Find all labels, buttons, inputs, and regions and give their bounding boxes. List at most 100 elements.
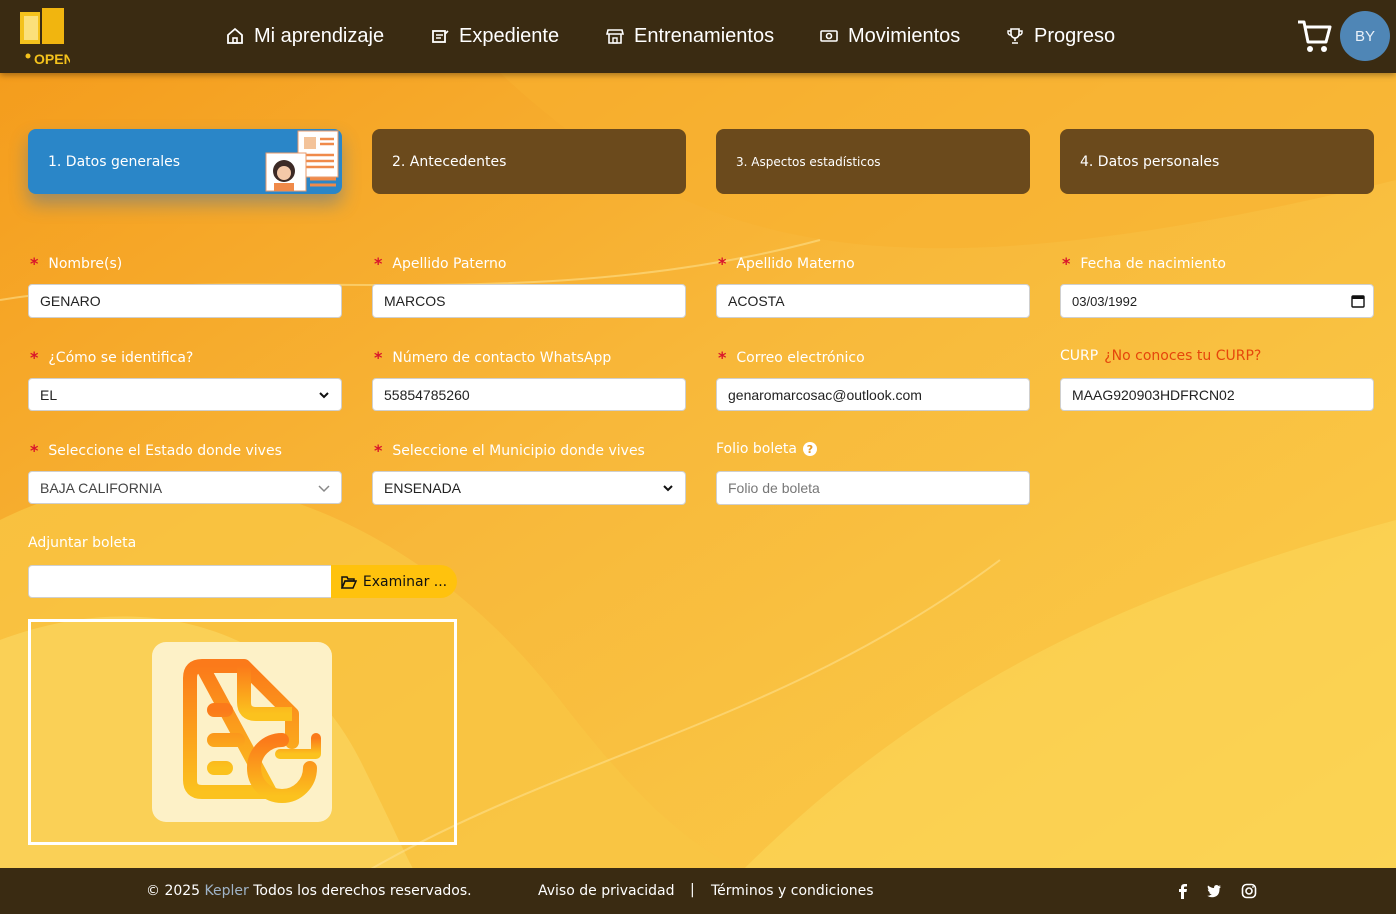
nav-label: Expediente: [459, 24, 560, 47]
required-asterisk-icon: *: [718, 254, 727, 273]
chevron-down-icon: [318, 485, 330, 493]
adjuntar-label: Adjuntar boleta: [28, 535, 136, 551]
step-datos-personales[interactable]: 4. Datos personales: [1060, 129, 1374, 194]
fecha-nacimiento-input[interactable]: 03/03/1992: [1060, 284, 1374, 318]
select-value: BAJA CALIFORNIA: [40, 479, 163, 496]
input-value: genaromarcosac@outlook.com: [728, 386, 922, 403]
input-value: ACOSTA: [728, 293, 785, 309]
trophy-icon: [1007, 28, 1023, 44]
home-icon: [227, 27, 243, 44]
label-text: Apellido Paterno: [392, 255, 507, 272]
chevron-down-icon: [663, 485, 673, 492]
nav-label: Entrenamientos: [634, 24, 775, 47]
required-asterisk-icon: *: [30, 348, 39, 367]
input-value: MARCOS: [384, 293, 446, 309]
required-asterisk-icon: *: [30, 441, 39, 460]
step-antecedentes[interactable]: 2. Antecedentes: [372, 129, 686, 194]
apellido-paterno-input[interactable]: MARCOS: [372, 284, 686, 318]
terms-link[interactable]: Términos y condiciones: [711, 883, 874, 899]
store-icon: [606, 29, 624, 44]
label-text: Seleccione el Municipio donde vives: [392, 442, 645, 459]
select-value: ENSENADA: [384, 480, 462, 496]
correo-input[interactable]: genaromarcosac@outlook.com: [716, 378, 1030, 411]
folder-open-icon: [340, 575, 357, 589]
curp-help-link[interactable]: ¿No conoces tu CURP?: [1104, 348, 1261, 364]
file-preview: [28, 619, 457, 845]
money-icon: [820, 30, 838, 42]
input-value: 03/03/1992: [1072, 293, 1138, 309]
apellido-materno-label: * Apellido Materno: [718, 254, 855, 273]
instagram-icon[interactable]: [1241, 883, 1257, 899]
identifica-select[interactable]: EL: [28, 378, 342, 411]
required-asterisk-icon: *: [374, 348, 383, 367]
estado-label: * Seleccione el Estado donde vives: [30, 441, 282, 460]
facebook-icon[interactable]: [1175, 883, 1191, 899]
open-logo[interactable]: OPEN: [16, 6, 70, 68]
fecha-nacimiento-label: * Fecha de nacimiento: [1062, 254, 1226, 273]
label-text: Folio boleta: [716, 441, 797, 457]
browse-button[interactable]: Examinar ...: [331, 565, 457, 598]
button-label: Examinar ...: [362, 573, 448, 590]
step-label: 3. Aspectos estadísticos: [736, 154, 881, 169]
svg-text:OPEN: OPEN: [34, 51, 70, 67]
label-text: CURP: [1060, 348, 1099, 364]
input-value: GENARO: [40, 293, 101, 309]
nombre-label: * Nombre(s): [30, 254, 122, 273]
twitter-icon[interactable]: [1206, 883, 1222, 899]
apellido-materno-input[interactable]: ACOSTA: [716, 284, 1030, 318]
nav-mi-aprendizaje[interactable]: Mi aprendizaje: [226, 22, 384, 50]
label-text: Seleccione el Estado donde vives: [48, 442, 282, 459]
folio-input[interactable]: Folio de boleta: [716, 471, 1030, 505]
nav-label: Movimientos: [848, 24, 961, 47]
required-asterisk-icon: *: [718, 348, 727, 367]
document-refresh-icon: [183, 659, 321, 803]
copyright-year: © 2025: [146, 883, 201, 899]
required-asterisk-icon: *: [30, 254, 39, 273]
curp-label: CURP ¿No conoces tu CURP?: [1060, 348, 1261, 364]
step-label: 2. Antecedentes: [392, 153, 507, 170]
correo-label: * Correo electrónico: [718, 348, 865, 367]
label-text: Número de contacto WhatsApp: [392, 349, 612, 366]
required-asterisk-icon: *: [374, 441, 383, 460]
nombre-input[interactable]: GENARO: [28, 284, 342, 318]
nav-expediente[interactable]: Expediente: [431, 22, 559, 50]
file-name-input[interactable]: [28, 565, 332, 598]
curp-input[interactable]: MAAG920903HDFRCN02: [1060, 378, 1374, 411]
footer: © 2025 Kepler Todos los derechos reserva…: [0, 868, 1396, 914]
input-value: MAAG920903HDFRCN02: [1072, 386, 1235, 403]
label-text: Nombre(s): [48, 255, 123, 272]
input-placeholder: Folio de boleta: [728, 480, 820, 496]
step-datos-generales[interactable]: 1. Datos generales: [28, 129, 342, 194]
cart-icon[interactable]: [1296, 16, 1332, 54]
folio-label: Folio boleta ?: [716, 441, 817, 457]
step-aspectos-estadisticos[interactable]: 3. Aspectos estadísticos: [716, 129, 1030, 194]
label-text: Correo electrónico: [736, 349, 865, 366]
label-text: Fecha de nacimiento: [1080, 255, 1226, 272]
municipio-select[interactable]: ENSENADA: [372, 471, 686, 505]
label-text: Apellido Materno: [736, 255, 855, 272]
nav-label: Mi aprendizaje: [254, 24, 385, 47]
user-avatar[interactable]: BY: [1340, 11, 1390, 61]
step-label: 1. Datos generales: [48, 153, 181, 170]
question-circle-icon[interactable]: ?: [802, 442, 817, 456]
estado-select[interactable]: BAJA CALIFORNIA: [28, 471, 342, 504]
municipio-label: * Seleccione el Municipio donde vives: [374, 441, 645, 460]
footer-separator: |: [690, 882, 695, 898]
nav-movimientos[interactable]: Movimientos: [820, 22, 960, 50]
brand-link[interactable]: Kepler: [205, 883, 249, 899]
nav-entrenamientos[interactable]: Entrenamientos: [606, 22, 774, 50]
identifica-label: * ¿Cómo se identifica?: [30, 348, 193, 367]
label-text: Adjuntar boleta: [28, 535, 137, 551]
copyright: © 2025 Kepler Todos los derechos reserva…: [146, 883, 472, 899]
whatsapp-input[interactable]: 55854785260: [372, 378, 686, 411]
nav-progreso[interactable]: Progreso: [1006, 22, 1115, 50]
whatsapp-label: * Número de contacto WhatsApp: [374, 348, 611, 367]
copyright-text: Todos los derechos reservados.: [253, 883, 472, 899]
nav-label: Progreso: [1034, 24, 1116, 47]
privacy-link[interactable]: Aviso de privacidad: [538, 883, 675, 899]
profile-illustration-icon: [265, 130, 339, 192]
file-icon: [432, 30, 449, 43]
chevron-down-icon: [319, 392, 329, 399]
calendar-icon[interactable]: [1351, 294, 1365, 308]
required-asterisk-icon: *: [374, 254, 383, 273]
